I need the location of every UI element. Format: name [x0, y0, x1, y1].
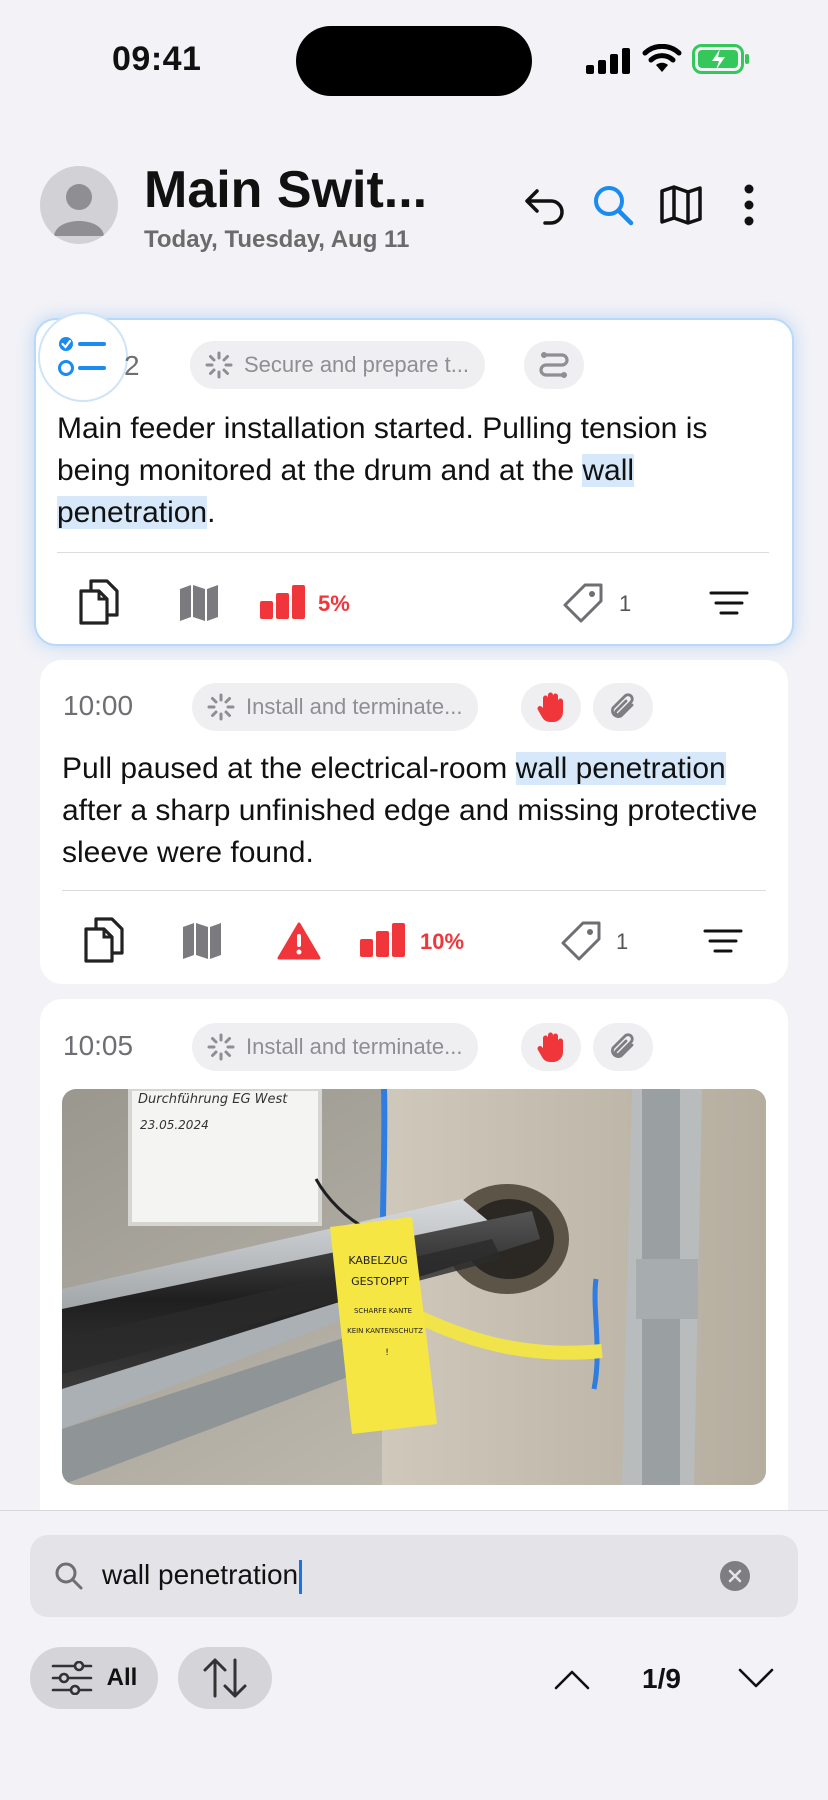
battery-icon	[692, 44, 749, 74]
task-chip[interactable]: Install and terminate...	[192, 1023, 479, 1071]
divider	[62, 890, 766, 891]
sort-arrows-icon	[203, 1658, 247, 1698]
progress-label: 10%	[420, 929, 465, 954]
chevron-up-icon	[554, 1670, 590, 1690]
tag-count: 1	[616, 929, 629, 954]
more-icon	[744, 184, 754, 226]
entry-time: 10:05	[63, 1030, 134, 1061]
filter-label: All	[106, 1664, 138, 1691]
tag-button[interactable]	[560, 580, 606, 626]
route-button[interactable]	[524, 341, 584, 389]
back-arrow-icon	[525, 189, 564, 225]
progress-bars	[260, 585, 305, 619]
attachment-button[interactable]	[593, 683, 653, 731]
entry-text: Pull paused at the electrical-room wall …	[62, 752, 758, 869]
next-match-button[interactable]	[734, 1659, 778, 1699]
previous-match-button[interactable]	[550, 1659, 594, 1699]
loading-icon	[205, 351, 233, 379]
tag-text-2: GESTOPPT	[351, 1275, 409, 1288]
divider	[57, 552, 769, 553]
chevron-down-icon	[738, 1668, 774, 1688]
checklist-icon	[58, 337, 106, 376]
map-icon	[660, 185, 702, 225]
entry-time: 10:00	[63, 690, 134, 721]
header: Main Swit... Today, Tuesday, Aug 11	[0, 160, 828, 260]
tag-count: 1	[619, 591, 632, 616]
attachment-button[interactable]	[593, 1023, 653, 1071]
entry-photo[interactable]: Durchführung EG West 23.05.2024 KABELZUG…	[62, 1089, 766, 1485]
text-caret	[299, 1559, 303, 1594]
board-text-2: 23.05.2024	[140, 1118, 209, 1132]
paperclip-icon	[611, 693, 634, 718]
search-icon	[55, 1562, 83, 1590]
search-input[interactable]: wall penetration	[102, 1559, 303, 1594]
route-icon	[539, 352, 569, 378]
signal-icon	[586, 48, 630, 74]
progress-bars	[360, 923, 405, 957]
map-icon	[180, 585, 218, 621]
page-subtitle: Today, Tuesday, Aug 11	[144, 226, 410, 253]
entry-time: 2	[124, 350, 140, 381]
alert-button[interactable]	[274, 919, 324, 963]
tag-icon	[561, 921, 601, 961]
bottom-search-bar: wall penetration All 1/9	[0, 1510, 828, 1800]
documents-icon	[84, 917, 124, 963]
checklist-button[interactable]	[38, 312, 128, 402]
board-text-1: Durchführung EG West	[138, 1092, 288, 1107]
stop-status-button[interactable]	[521, 683, 581, 731]
task-chip[interactable]: Secure and prepare t...	[190, 341, 486, 389]
alert-icon	[277, 922, 321, 960]
tag-icon	[563, 583, 603, 623]
paperclip-icon	[611, 1033, 634, 1058]
search-field[interactable]: wall penetration	[30, 1535, 798, 1617]
documents-icon	[79, 579, 119, 625]
tag-text-3: SCHARFE KANTE	[354, 1307, 412, 1315]
more-button[interactable]	[724, 180, 774, 230]
task-chip[interactable]: Install and terminate...	[192, 683, 479, 731]
status-time: 09:41	[112, 40, 202, 78]
documents-button[interactable]	[79, 914, 129, 966]
loading-icon	[207, 693, 235, 721]
documents-button[interactable]	[74, 576, 124, 628]
map-icon	[183, 923, 221, 959]
sort-lines-icon	[703, 929, 743, 953]
status-bar: 09:41	[0, 0, 828, 120]
clear-icon	[728, 1569, 742, 1583]
loading-icon	[207, 1033, 235, 1061]
page-title: Main Swit...	[144, 161, 428, 219]
dynamic-island	[296, 26, 532, 96]
progress-label: 5%	[318, 591, 350, 616]
filter-button[interactable]: All	[30, 1647, 158, 1709]
avatar[interactable]	[40, 166, 118, 244]
undo-button[interactable]	[520, 180, 570, 230]
sort-button[interactable]	[700, 924, 746, 958]
wifi-icon	[642, 44, 682, 72]
stop-status-button[interactable]	[521, 1023, 581, 1071]
person-icon	[54, 184, 104, 236]
tag-text-5: !	[385, 1348, 389, 1358]
hand-stop-icon	[537, 692, 563, 722]
tag-button[interactable]	[558, 918, 604, 964]
task-chip-label: Install and terminate...	[246, 694, 463, 719]
tag-text-1: KABELZUG	[348, 1254, 407, 1267]
task-chip-label: Secure and prepare t...	[244, 352, 470, 377]
search-button[interactable]	[588, 180, 638, 230]
map-location-button[interactable]	[174, 580, 224, 626]
sort-button[interactable]	[706, 586, 752, 620]
map-button[interactable]	[656, 180, 706, 230]
map-location-button[interactable]	[177, 918, 227, 964]
sort-lines-icon	[709, 591, 749, 615]
filter-sliders-icon	[51, 1661, 92, 1695]
match-counter: 1/9	[642, 1663, 681, 1694]
task-chip-label: Install and terminate...	[246, 1034, 463, 1059]
sort-order-button[interactable]	[178, 1647, 272, 1709]
clear-button[interactable]	[720, 1561, 750, 1591]
hand-stop-icon	[537, 1032, 563, 1062]
entry-text: Main feeder installation started. Pullin…	[57, 412, 708, 529]
search-highlight: wall penetration	[515, 752, 726, 785]
search-icon	[594, 186, 634, 226]
tag-text-4: KEIN KANTENSCHUTZ	[347, 1327, 423, 1335]
